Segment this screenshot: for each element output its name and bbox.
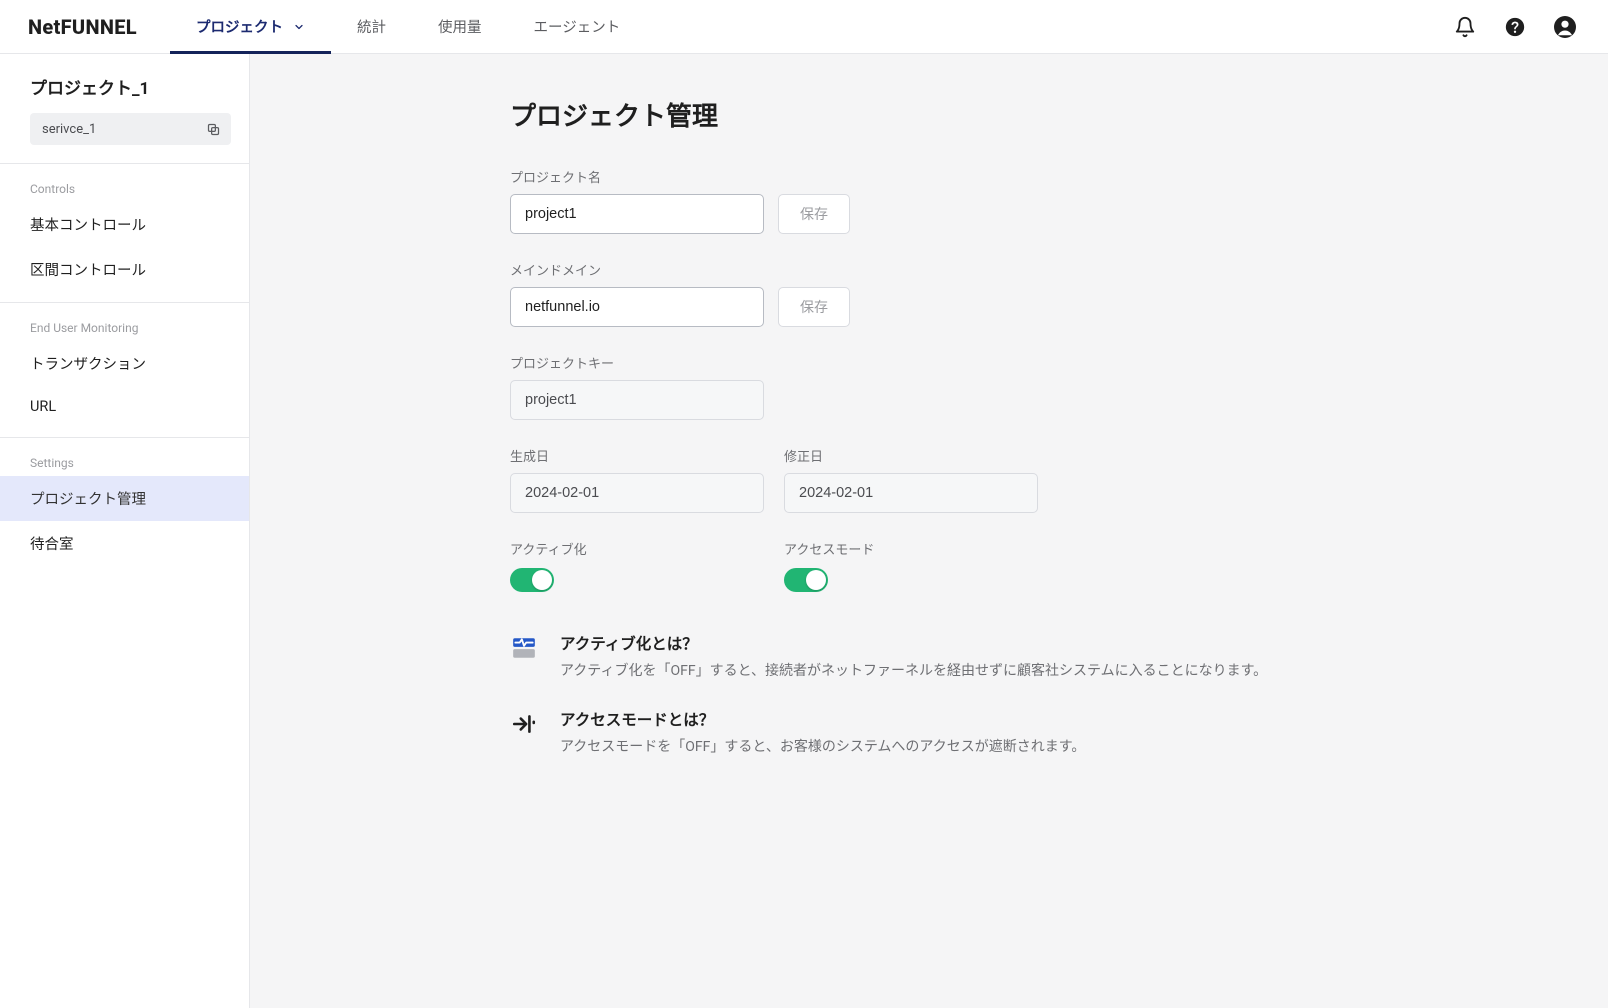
toggle-knob bbox=[532, 570, 552, 590]
sidebar-divider bbox=[0, 437, 249, 438]
row-dates: 生成日 修正日 bbox=[510, 446, 1548, 513]
nav-item-stats[interactable]: 統計 bbox=[331, 0, 412, 53]
bell-icon[interactable] bbox=[1450, 12, 1480, 42]
save-main-domain-button[interactable]: 保存 bbox=[778, 287, 850, 327]
sidebar-item-waiting-room[interactable]: 待合室 bbox=[0, 521, 249, 566]
info-activation-desc: アクティブ化を「OFF」すると、接続者がネットファーネルを経由せずに顧客社システ… bbox=[560, 660, 1267, 682]
toggle-knob bbox=[806, 570, 826, 590]
sidebar-divider bbox=[0, 302, 249, 303]
logo: NetFUNNEL bbox=[0, 0, 170, 53]
info-activation-title: アクティブ化とは？ bbox=[560, 632, 1267, 654]
copy-icon[interactable] bbox=[206, 122, 221, 137]
label-updated-at: 修正日 bbox=[784, 446, 1038, 465]
sidebar-item-segment-control[interactable]: 区間コントロール bbox=[0, 247, 249, 292]
activation-toggle[interactable] bbox=[510, 568, 554, 592]
info-access-desc: アクセスモードを「OFF」すると、お客様のシステムへのアクセスが遮断されます。 bbox=[560, 736, 1085, 758]
label-project-key: プロジェクトキー bbox=[510, 353, 1548, 372]
label-created-at: 生成日 bbox=[510, 446, 764, 465]
sidebar-section-controls: Controls bbox=[0, 172, 249, 202]
nav-item-label: エージェント bbox=[534, 16, 621, 37]
sidebar-divider bbox=[0, 163, 249, 164]
topbar-icons bbox=[1450, 0, 1590, 53]
sidebar: プロジェクト_1 serivce_1 Controls 基本コントロール 区間コ… bbox=[0, 54, 250, 1008]
row-project-name: 保存 bbox=[510, 194, 1548, 234]
row-toggles: アクティブ化 アクセスモード bbox=[510, 539, 1548, 592]
sidebar-item-project-manage[interactable]: プロジェクト管理 bbox=[0, 476, 249, 521]
label-main-domain: メインドメイン bbox=[510, 260, 1548, 279]
nav-item-label: 統計 bbox=[357, 16, 386, 37]
top-nav: プロジェクト 統計 使用量 エージェント bbox=[170, 0, 646, 53]
page-title: プロジェクト管理 bbox=[510, 96, 1548, 133]
label-activation: アクティブ化 bbox=[510, 539, 764, 558]
activity-icon bbox=[510, 634, 538, 662]
nav-item-label: 使用量 bbox=[438, 16, 482, 37]
main-content: プロジェクト管理 プロジェクト名 保存 メインドメイン 保存 プロジェクトキー bbox=[250, 54, 1608, 1008]
label-project-name: プロジェクト名 bbox=[510, 167, 1548, 186]
nav-item-usage[interactable]: 使用量 bbox=[412, 0, 508, 53]
created-at-input bbox=[510, 473, 764, 513]
info-activation: アクティブ化とは？ アクティブ化を「OFF」すると、接続者がネットファーネルを経… bbox=[510, 632, 1330, 682]
sidebar-project-title: プロジェクト_1 bbox=[0, 74, 249, 113]
main-domain-input[interactable] bbox=[510, 287, 764, 327]
info-access-title: アクセスモードとは？ bbox=[560, 708, 1085, 730]
chevron-down-icon bbox=[293, 21, 305, 33]
save-project-name-button[interactable]: 保存 bbox=[778, 194, 850, 234]
sidebar-item-transaction[interactable]: トランザクション bbox=[0, 341, 249, 386]
topbar: NetFUNNEL プロジェクト 統計 使用量 エージェント bbox=[0, 0, 1608, 54]
service-id-value: serivce_1 bbox=[42, 122, 96, 137]
row-main-domain: 保存 bbox=[510, 287, 1548, 327]
access-mode-toggle[interactable] bbox=[784, 568, 828, 592]
enter-icon bbox=[510, 710, 538, 738]
account-icon[interactable] bbox=[1550, 12, 1580, 42]
updated-at-input bbox=[784, 473, 1038, 513]
nav-item-agent[interactable]: エージェント bbox=[508, 0, 647, 53]
info-access: アクセスモードとは？ アクセスモードを「OFF」すると、お客様のシステムへのアク… bbox=[510, 708, 1330, 758]
sidebar-item-basic-control[interactable]: 基本コントロール bbox=[0, 202, 249, 247]
sidebar-section-settings: Settings bbox=[0, 446, 249, 476]
nav-item-project[interactable]: プロジェクト bbox=[170, 0, 331, 53]
sidebar-item-url[interactable]: URL bbox=[0, 386, 249, 427]
project-name-input[interactable] bbox=[510, 194, 764, 234]
label-access-mode: アクセスモード bbox=[784, 539, 1038, 558]
nav-item-label: プロジェクト bbox=[196, 16, 283, 37]
help-icon[interactable] bbox=[1500, 12, 1530, 42]
row-project-key bbox=[510, 380, 1548, 420]
project-key-input bbox=[510, 380, 764, 420]
sidebar-section-eum: End User Monitoring bbox=[0, 311, 249, 341]
service-id-chip: serivce_1 bbox=[30, 113, 231, 145]
